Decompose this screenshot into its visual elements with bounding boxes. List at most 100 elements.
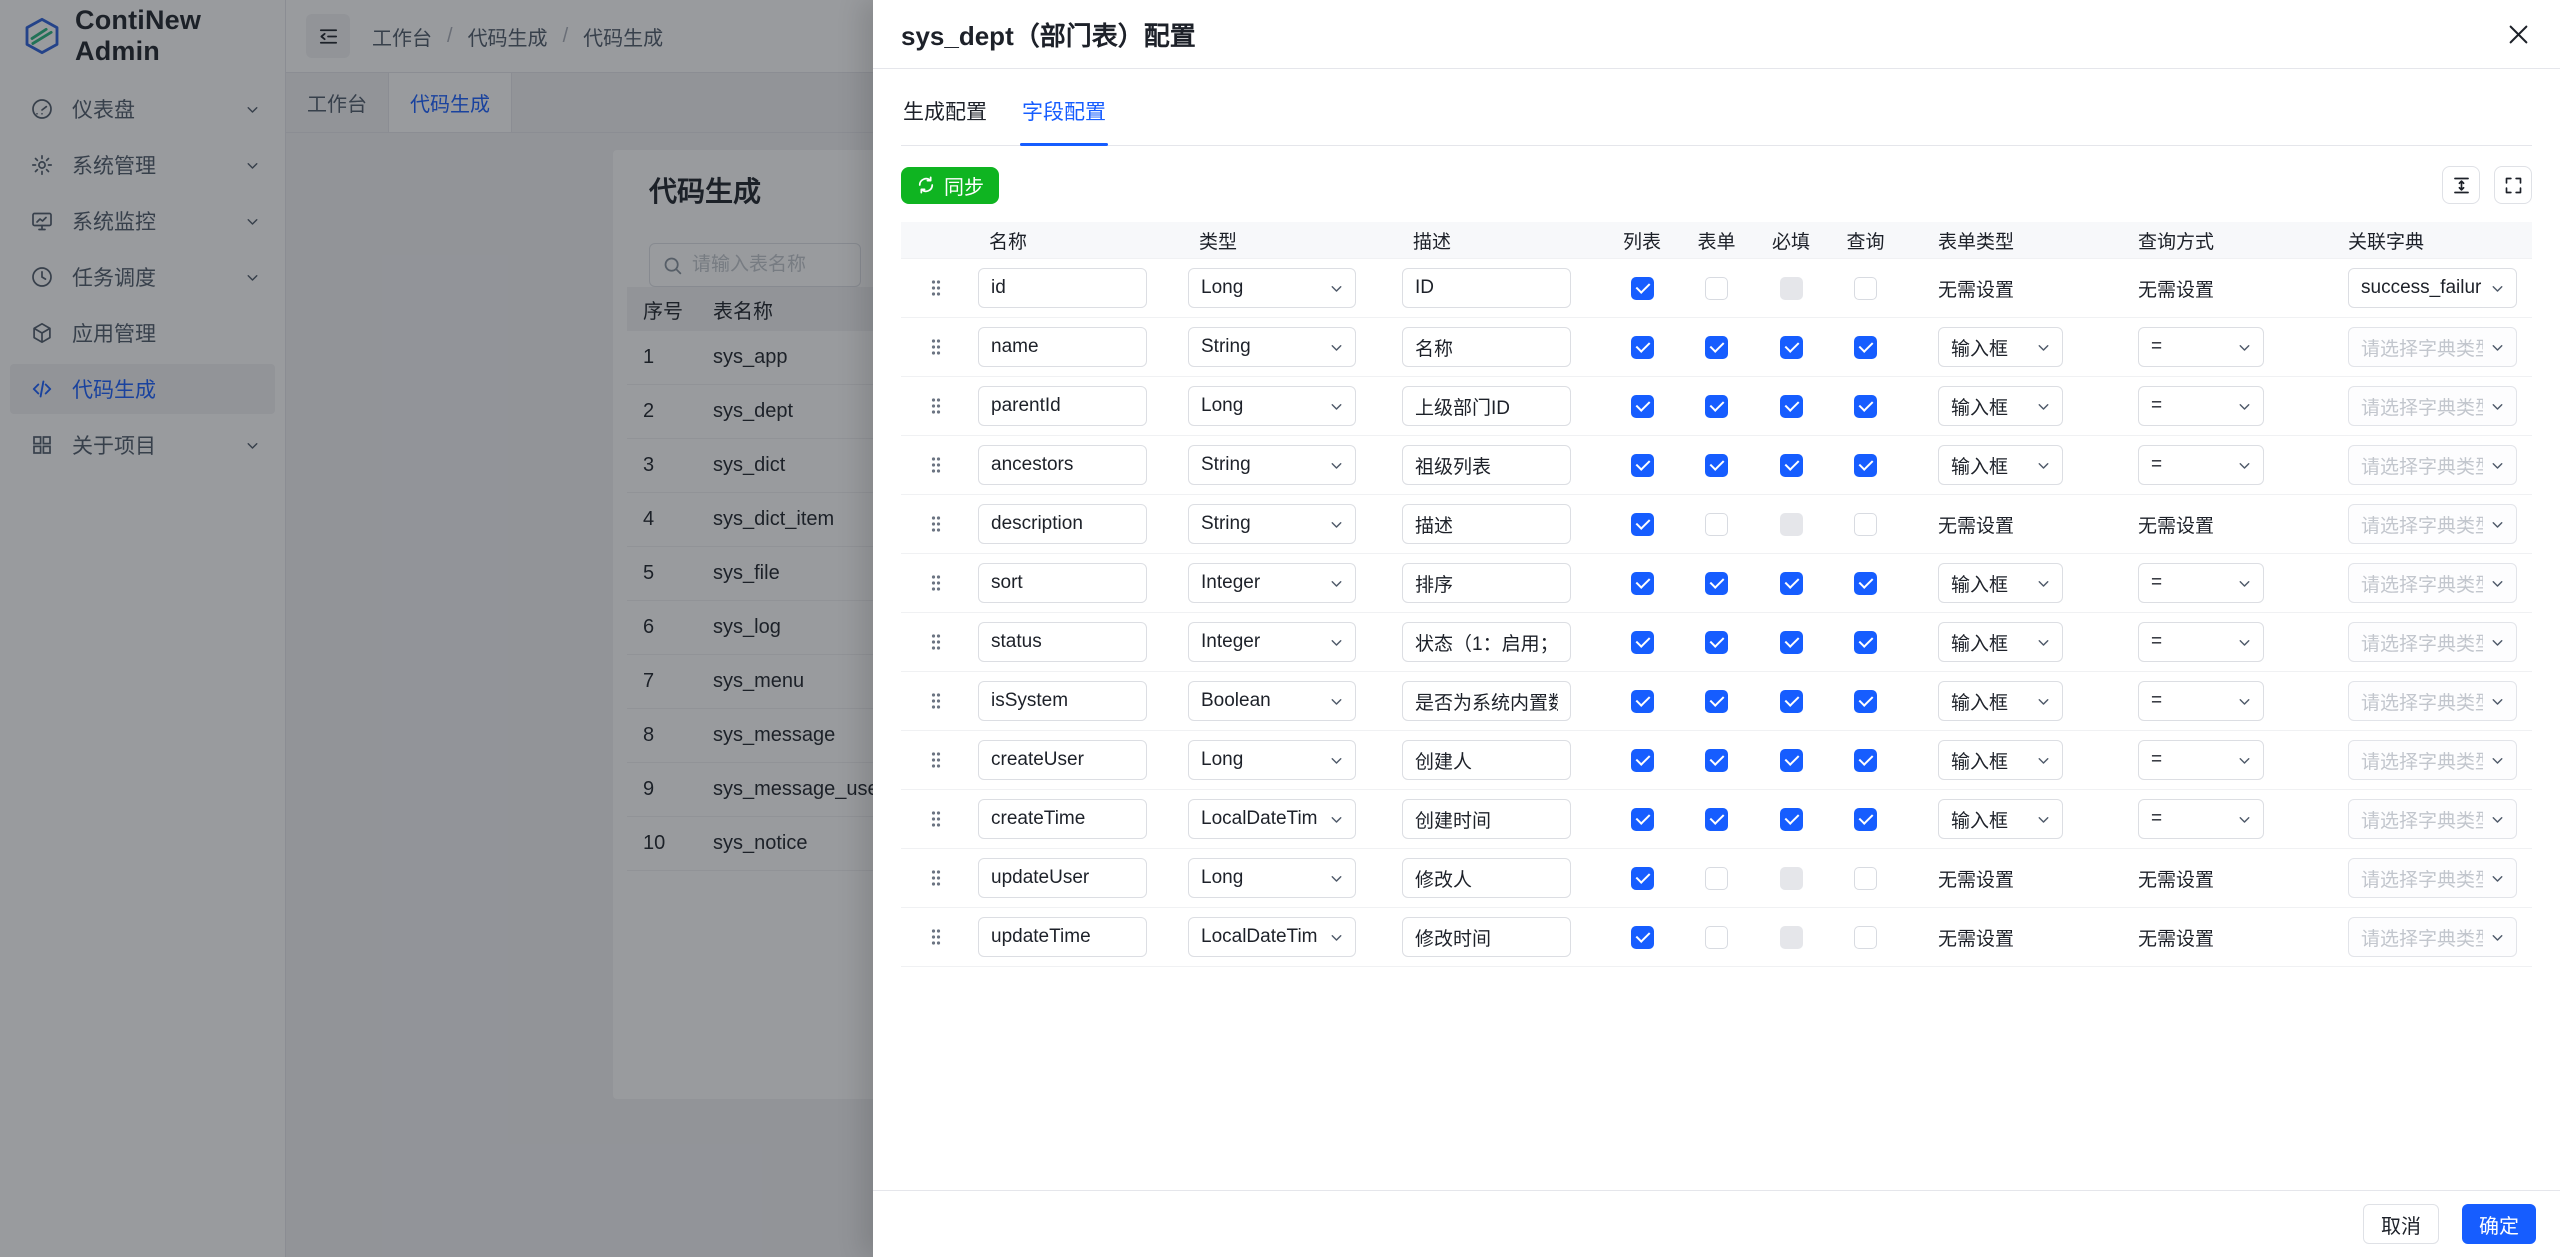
checkbox-checked[interactable]: [1779, 689, 1803, 713]
checkbox-unchecked[interactable]: [1705, 866, 1728, 890]
checkbox-checked[interactable]: [1705, 335, 1728, 359]
field-desc-input[interactable]: [1402, 445, 1571, 485]
close-button[interactable]: [2498, 14, 2538, 54]
checkbox-checked[interactable]: [1779, 335, 1803, 359]
checkbox-checked[interactable]: [1630, 748, 1654, 772]
checkbox-unchecked[interactable]: [1705, 276, 1728, 300]
field-desc-input[interactable]: [1402, 386, 1571, 426]
field-type-select[interactable]: LocalDateTim: [1188, 917, 1356, 957]
checkbox-checked[interactable]: [1705, 748, 1728, 772]
field-type-select[interactable]: Long: [1188, 740, 1356, 780]
field-type-select[interactable]: Long: [1188, 268, 1356, 308]
drag-handle[interactable]: [901, 514, 971, 534]
checkbox-checked[interactable]: [1630, 925, 1654, 949]
checkbox-checked[interactable]: [1854, 571, 1877, 595]
field-desc-input[interactable]: [1402, 268, 1571, 308]
form-type-select[interactable]: 输入框: [1938, 563, 2063, 603]
checkbox-unchecked[interactable]: [1854, 276, 1877, 300]
cancel-button[interactable]: 取消: [2363, 1204, 2439, 1244]
field-name-input[interactable]: [978, 740, 1147, 780]
drag-handle[interactable]: [901, 927, 971, 947]
field-type-select[interactable]: Integer: [1188, 622, 1356, 662]
field-name-input[interactable]: [978, 563, 1147, 603]
drag-handle[interactable]: [901, 632, 971, 652]
checkbox-checked[interactable]: [1779, 571, 1803, 595]
checkbox-checked[interactable]: [1854, 453, 1877, 477]
query-type-select[interactable]: =: [2138, 445, 2264, 485]
checkbox-checked[interactable]: [1705, 571, 1728, 595]
drag-handle[interactable]: [901, 573, 971, 593]
checkbox-checked[interactable]: [1854, 394, 1877, 418]
checkbox-checked[interactable]: [1630, 630, 1654, 654]
field-type-select[interactable]: String: [1188, 504, 1356, 544]
checkbox-unchecked[interactable]: [1705, 925, 1728, 949]
checkbox-checked[interactable]: [1854, 630, 1877, 654]
modal-tab-1[interactable]: 字段配置: [1020, 69, 1108, 146]
checkbox-checked[interactable]: [1630, 689, 1654, 713]
query-type-select[interactable]: =: [2138, 799, 2264, 839]
field-type-select[interactable]: Boolean: [1188, 681, 1356, 721]
field-name-input[interactable]: [978, 917, 1147, 957]
field-desc-input[interactable]: [1402, 799, 1571, 839]
drag-handle[interactable]: [901, 809, 971, 829]
field-type-select[interactable]: String: [1188, 445, 1356, 485]
checkbox-checked[interactable]: [1630, 276, 1654, 300]
field-desc-input[interactable]: [1402, 858, 1571, 898]
drag-handle[interactable]: [901, 691, 971, 711]
fullscreen-button[interactable]: [2494, 166, 2532, 204]
form-type-select[interactable]: 输入框: [1938, 386, 2063, 426]
checkbox-checked[interactable]: [1779, 748, 1803, 772]
field-type-select[interactable]: Integer: [1188, 563, 1356, 603]
field-name-input[interactable]: [978, 386, 1147, 426]
field-desc-input[interactable]: [1402, 327, 1571, 367]
field-desc-input[interactable]: [1402, 681, 1571, 721]
checkbox-checked[interactable]: [1854, 748, 1877, 772]
field-name-input[interactable]: [978, 504, 1147, 544]
field-type-select[interactable]: LocalDateTim: [1188, 799, 1356, 839]
field-name-input[interactable]: [978, 858, 1147, 898]
field-desc-input[interactable]: [1402, 740, 1571, 780]
checkbox-checked[interactable]: [1705, 394, 1728, 418]
drag-handle[interactable]: [901, 868, 971, 888]
drag-handle[interactable]: [901, 750, 971, 770]
query-type-select[interactable]: =: [2138, 681, 2264, 721]
checkbox-checked[interactable]: [1630, 807, 1654, 831]
checkbox-checked[interactable]: [1630, 866, 1654, 890]
checkbox-checked[interactable]: [1705, 807, 1728, 831]
query-type-select[interactable]: =: [2138, 386, 2264, 426]
form-type-select[interactable]: 输入框: [1938, 681, 2063, 721]
form-type-select[interactable]: 输入框: [1938, 622, 2063, 662]
field-name-input[interactable]: [978, 622, 1147, 662]
modal-tab-0[interactable]: 生成配置: [901, 69, 989, 145]
form-type-select[interactable]: 输入框: [1938, 445, 2063, 485]
field-type-select[interactable]: Long: [1188, 386, 1356, 426]
field-name-input[interactable]: [978, 681, 1147, 721]
checkbox-checked[interactable]: [1854, 689, 1877, 713]
drag-handle[interactable]: [901, 455, 971, 475]
checkbox-checked[interactable]: [1779, 807, 1803, 831]
field-desc-input[interactable]: [1402, 563, 1571, 603]
checkbox-unchecked[interactable]: [1854, 512, 1877, 536]
field-desc-input[interactable]: [1402, 504, 1571, 544]
checkbox-checked[interactable]: [1705, 453, 1728, 477]
drag-handle[interactable]: [901, 337, 971, 357]
form-type-select[interactable]: 输入框: [1938, 740, 2063, 780]
field-type-select[interactable]: Long: [1188, 858, 1356, 898]
checkbox-checked[interactable]: [1630, 453, 1654, 477]
checkbox-checked[interactable]: [1630, 512, 1654, 536]
checkbox-checked[interactable]: [1854, 335, 1877, 359]
field-desc-input[interactable]: [1402, 622, 1571, 662]
checkbox-checked[interactable]: [1705, 630, 1728, 654]
checkbox-checked[interactable]: [1630, 571, 1654, 595]
field-name-input[interactable]: [978, 799, 1147, 839]
query-type-select[interactable]: =: [2138, 740, 2264, 780]
field-name-input[interactable]: [978, 268, 1147, 308]
checkbox-unchecked[interactable]: [1854, 925, 1877, 949]
drag-handle[interactable]: [901, 278, 971, 298]
query-type-select[interactable]: =: [2138, 563, 2264, 603]
dict-select[interactable]: success_failur: [2348, 268, 2517, 308]
field-desc-input[interactable]: [1402, 917, 1571, 957]
checkbox-unchecked[interactable]: [1854, 866, 1877, 890]
form-type-select[interactable]: 输入框: [1938, 799, 2063, 839]
checkbox-checked[interactable]: [1854, 807, 1877, 831]
